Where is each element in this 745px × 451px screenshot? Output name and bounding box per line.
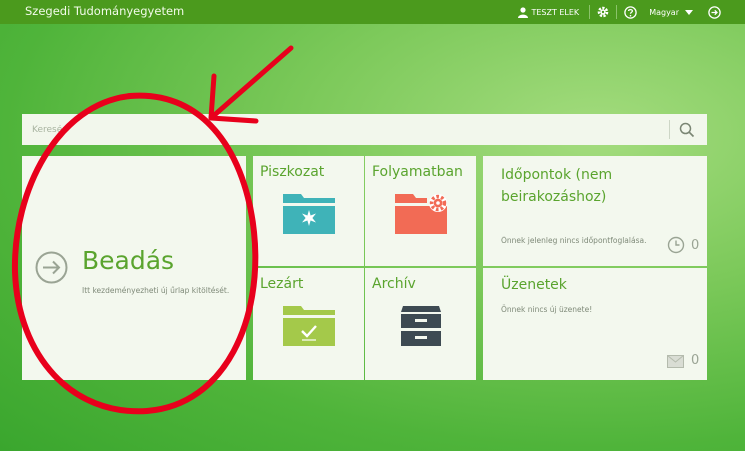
divider	[669, 120, 670, 139]
search-input[interactable]	[22, 114, 669, 145]
appointment-count: 0	[691, 238, 700, 253]
search-button[interactable]	[674, 120, 700, 140]
tile-subtitle: Önnek nincs új üzenete!	[501, 305, 593, 314]
chevron-down-icon	[685, 9, 693, 15]
language-select[interactable]: Magyar	[649, 8, 693, 17]
tile-lezart[interactable]: Lezárt	[253, 268, 364, 380]
divider	[616, 5, 618, 19]
tile-folyamatban[interactable]: Folyamatban	[365, 156, 476, 266]
language-label: Magyar	[649, 7, 679, 17]
tile-title: Folyamatban	[372, 164, 463, 180]
tile-archiv[interactable]: Archív	[365, 268, 476, 380]
tile-subtitle: Itt kezdeményezheti új űrlap kitöltését.	[82, 286, 230, 295]
clock-icon	[667, 236, 685, 254]
divider	[589, 5, 591, 19]
help-icon	[623, 5, 637, 19]
red-arrow-annotation	[208, 45, 294, 124]
folder-draft-icon	[283, 194, 335, 234]
folder-gear-icon	[395, 194, 447, 234]
archive-cabinet-icon	[401, 306, 441, 346]
envelope-icon	[667, 355, 684, 368]
logout-icon	[707, 5, 721, 19]
app-title[interactable]: Szegedi Tudományegyetem	[25, 4, 184, 18]
tile-title: Időpontok (nem beirakozáshoz)	[501, 167, 613, 205]
tile-subtitle: Önnek jelenleg nincs időpontfoglalása.	[501, 236, 647, 245]
tile-idopontok[interactable]: Időpontok (nem beirakozáshoz) Önnek jele…	[483, 156, 707, 266]
tile-uzenetek[interactable]: Üzenetek Önnek nincs új üzenete! 0	[483, 268, 707, 380]
search-icon	[679, 122, 695, 138]
user-menu[interactable]: TESZT ELEK	[518, 6, 580, 18]
top-right-controls: TESZT ELEK Magyar	[518, 0, 745, 24]
settings-button[interactable]	[594, 3, 612, 21]
user-name: TESZT ELEK	[531, 7, 580, 17]
search-bar	[22, 114, 707, 145]
tile-title: Piszkozat	[260, 164, 325, 180]
gear-icon	[597, 6, 609, 18]
folder-check-icon	[283, 306, 335, 346]
user-icon	[518, 6, 529, 18]
arrow-right-circle-icon	[35, 251, 68, 284]
tile-piszkozat[interactable]: Piszkozat	[253, 156, 364, 266]
help-button[interactable]	[621, 3, 639, 21]
top-bar: Szegedi Tudományegyetem TESZT ELEK Magya…	[0, 0, 745, 24]
message-count: 0	[691, 353, 700, 368]
tile-title: Archív	[372, 276, 416, 292]
tile-title: Üzenetek	[501, 277, 567, 293]
tile-beadas[interactable]: Beadás Itt kezdeményezheti új űrlap kitö…	[22, 156, 246, 380]
tile-title: Beadás	[82, 246, 175, 275]
tile-title: Lezárt	[260, 276, 304, 292]
logout-button[interactable]	[705, 3, 723, 21]
